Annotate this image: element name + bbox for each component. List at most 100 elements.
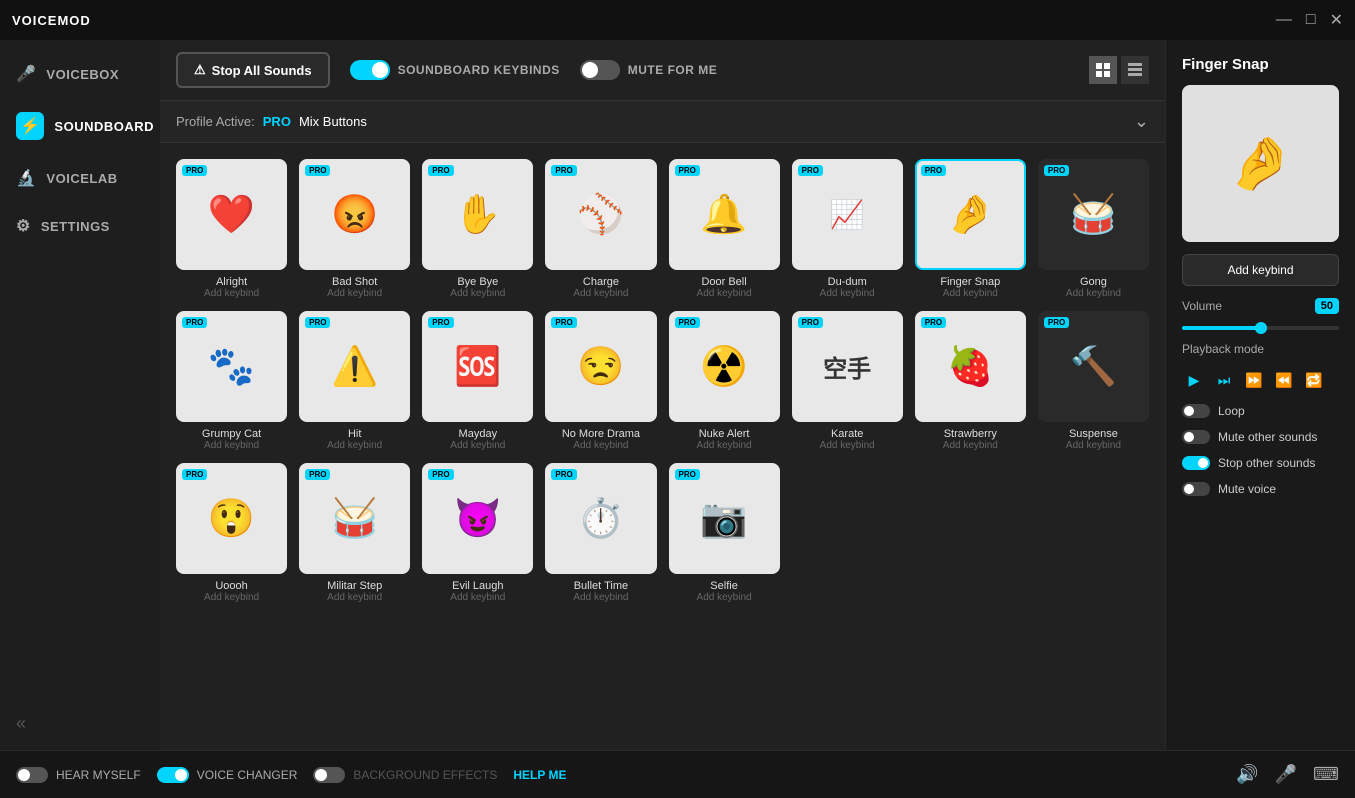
sound-card[interactable]: PRO🥁 — [299, 463, 410, 574]
sound-item[interactable]: PRO📈Du-dumAdd keybind — [792, 159, 903, 299]
close-button[interactable]: ✕ — [1330, 10, 1343, 30]
sound-item[interactable]: PRO🍓StrawberryAdd keybind — [915, 311, 1026, 451]
sound-keybind[interactable]: Add keybind — [204, 592, 259, 603]
sound-item[interactable]: PRO⚾ChargeAdd keybind — [545, 159, 656, 299]
sound-keybind[interactable]: Add keybind — [820, 440, 875, 451]
minimize-button[interactable]: — — [1276, 10, 1292, 30]
loop-toggle[interactable] — [1182, 404, 1210, 418]
sound-item[interactable]: PRO🤌Finger SnapAdd keybind — [915, 159, 1026, 299]
sound-item[interactable]: PRO🔔Door BellAdd keybind — [669, 159, 780, 299]
sound-card[interactable]: PRO✋ — [422, 159, 533, 270]
grid-icon — [1096, 63, 1110, 77]
help-me-button[interactable]: HELP ME — [513, 768, 566, 782]
sound-card[interactable]: PRO😲 — [176, 463, 287, 574]
sound-item[interactable]: PRO🥁Militar StepAdd keybind — [299, 463, 410, 603]
sound-keybind[interactable]: Add keybind — [327, 440, 382, 451]
sound-keybind[interactable]: Add keybind — [450, 440, 505, 451]
sound-card[interactable]: PRO🔔 — [669, 159, 780, 270]
mute-toggle[interactable] — [580, 60, 620, 80]
list-view-button[interactable] — [1121, 56, 1149, 84]
sidebar-collapse-button[interactable]: « — [0, 697, 160, 750]
sound-keybind[interactable]: Add keybind — [943, 440, 998, 451]
sound-item[interactable]: PRO😡Bad ShotAdd keybind — [299, 159, 410, 299]
repeat-button[interactable]: 🔁 — [1302, 368, 1326, 392]
sound-keybind[interactable]: Add keybind — [820, 288, 875, 299]
sound-item[interactable]: PRO😈Evil LaughAdd keybind — [422, 463, 533, 603]
sound-card[interactable]: PRO🤌 — [915, 159, 1026, 270]
sound-card[interactable]: PRO⚾ — [545, 159, 656, 270]
sound-card[interactable]: PRO❤️ — [176, 159, 287, 270]
keybinds-toggle[interactable] — [350, 60, 390, 80]
bg-effects-toggle[interactable] — [313, 767, 345, 783]
sound-card[interactable]: PRO😈 — [422, 463, 533, 574]
sound-card[interactable]: PRO📷 — [669, 463, 780, 574]
sidebar-item-soundboard[interactable]: ⚡ SOUNDBOARD — [0, 98, 160, 154]
voice-changer-toggle[interactable] — [157, 767, 189, 783]
sound-item[interactable]: PRO🥁GongAdd keybind — [1038, 159, 1149, 299]
play-pause-button[interactable]: ⏭ — [1212, 368, 1236, 392]
sound-keybind[interactable]: Add keybind — [204, 440, 259, 451]
hear-myself-toggle[interactable] — [16, 767, 48, 783]
step-forward-button[interactable]: ⏩ — [1242, 368, 1266, 392]
sound-keybind[interactable]: Add keybind — [697, 592, 752, 603]
sound-keybind[interactable]: Add keybind — [1066, 440, 1121, 451]
sound-keybind[interactable]: Add keybind — [204, 288, 259, 299]
sound-item[interactable]: PRO🆘MaydayAdd keybind — [422, 311, 533, 451]
sound-keybind[interactable]: Add keybind — [697, 440, 752, 451]
sound-item[interactable]: PRO⏱️Bullet TimeAdd keybind — [545, 463, 656, 603]
sound-keybind[interactable]: Add keybind — [1066, 288, 1121, 299]
profile-bar[interactable]: Profile Active: PRO Mix Buttons ⌄ — [160, 101, 1165, 143]
sound-item[interactable]: PRO✋Bye ByeAdd keybind — [422, 159, 533, 299]
sound-keybind[interactable]: Add keybind — [697, 288, 752, 299]
volume-slider[interactable] — [1182, 326, 1339, 330]
panel-title: Finger Snap — [1182, 56, 1339, 73]
mute-voice-toggle[interactable] — [1182, 482, 1210, 496]
sound-card[interactable]: PRO🔨 — [1038, 311, 1149, 422]
sound-card[interactable]: PRO📈 — [792, 159, 903, 270]
sound-item[interactable]: PRO⚠️ HitAdd keybind — [299, 311, 410, 451]
keyboard-icon[interactable]: ⌨ — [1313, 764, 1339, 785]
sound-item[interactable]: PRO☢️Nuke AlertAdd keybind — [669, 311, 780, 451]
sound-keybind[interactable]: Add keybind — [450, 288, 505, 299]
rewind-button[interactable]: ⏪ — [1272, 368, 1296, 392]
sound-item[interactable]: PRO❤️AlrightAdd keybind — [176, 159, 287, 299]
stop-sounds-label: Stop other sounds — [1218, 456, 1315, 470]
sound-keybind[interactable]: Add keybind — [327, 592, 382, 603]
microphone-icon[interactable]: 🎤 — [1275, 764, 1297, 785]
sound-card[interactable]: PRO☢️ — [669, 311, 780, 422]
sound-card[interactable]: PRO⏱️ — [545, 463, 656, 574]
sound-card[interactable]: PRO⚠️ — [299, 311, 410, 422]
sidebar-item-voicelab[interactable]: 🔬 VOICELAB — [0, 154, 160, 202]
sidebar-item-settings[interactable]: ⚙ SETTINGS — [0, 202, 160, 250]
grid-view-button[interactable] — [1089, 56, 1117, 84]
sound-card[interactable]: PRO🐾 — [176, 311, 287, 422]
sound-card[interactable]: PRO😒 — [545, 311, 656, 422]
sound-item[interactable]: PRO🔨SuspenseAdd keybind — [1038, 311, 1149, 451]
sound-card[interactable]: PRO空手 — [792, 311, 903, 422]
sound-keybind[interactable]: Add keybind — [573, 592, 628, 603]
sound-item[interactable]: PRO📷SelfieAdd keybind — [669, 463, 780, 603]
stop-all-button[interactable]: ⚠ Stop All Sounds — [176, 52, 330, 88]
sound-card[interactable]: PRO🆘 — [422, 311, 533, 422]
sound-keybind[interactable]: Add keybind — [450, 592, 505, 603]
mute-sounds-toggle[interactable] — [1182, 430, 1210, 444]
maximize-button[interactable]: □ — [1306, 10, 1316, 30]
profile-tier: PRO — [263, 114, 291, 129]
sound-item[interactable]: PRO🐾Grumpy CatAdd keybind — [176, 311, 287, 451]
sound-card[interactable]: PRO🍓 — [915, 311, 1026, 422]
play-button[interactable]: ▶ — [1182, 368, 1206, 392]
sound-keybind[interactable]: Add keybind — [573, 288, 628, 299]
sound-item[interactable]: PRO空手KarateAdd keybind — [792, 311, 903, 451]
sound-item[interactable]: PRO😲UooohAdd keybind — [176, 463, 287, 603]
sound-keybind[interactable]: Add keybind — [573, 440, 628, 451]
add-keybind-button[interactable]: Add keybind — [1182, 254, 1339, 286]
sound-card[interactable]: PRO🥁 — [1038, 159, 1149, 270]
sound-card[interactable]: PRO😡 — [299, 159, 410, 270]
stop-sounds-toggle[interactable] — [1182, 456, 1210, 470]
volume-icon[interactable]: 🔊 — [1236, 764, 1258, 785]
sound-keybind[interactable]: Add keybind — [943, 288, 998, 299]
sound-item[interactable]: PRO😒No More DramaAdd keybind — [545, 311, 656, 451]
sidebar-item-voicebox[interactable]: 🎤 VOICEBOX — [0, 50, 160, 98]
sound-keybind[interactable]: Add keybind — [327, 288, 382, 299]
sound-name: Hit — [348, 428, 361, 440]
